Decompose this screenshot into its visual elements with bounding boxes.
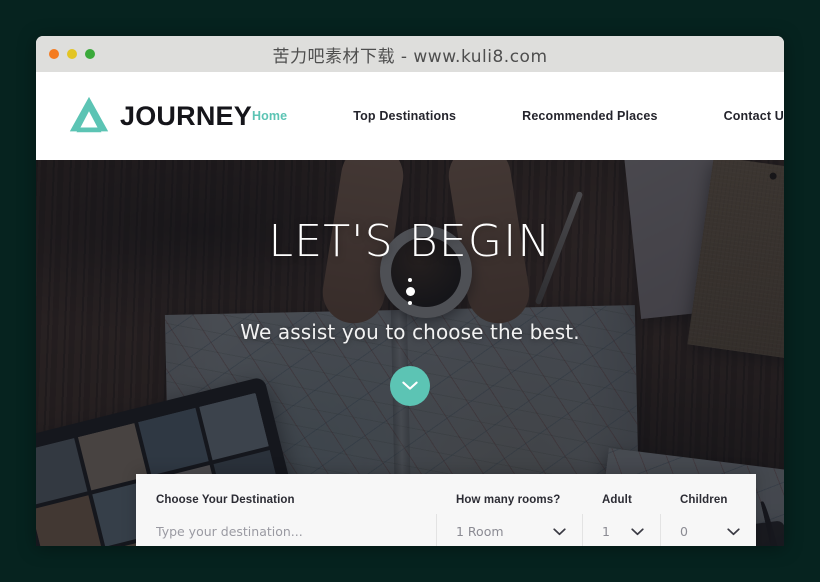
destination-input[interactable]: [156, 524, 420, 539]
rooms-selected-value: 1 Room: [456, 524, 504, 539]
children-select[interactable]: 0: [680, 524, 756, 539]
hero-subtitle: We assist you to choose the best.: [240, 320, 580, 344]
field-adult: Adult 1: [582, 474, 660, 546]
field-label-destination: Choose Your Destination: [156, 494, 295, 506]
zoom-window-button[interactable]: [85, 49, 95, 59]
adult-select[interactable]: 1: [602, 524, 660, 539]
field-label-rooms: How many rooms?: [456, 494, 561, 506]
hero-dot-large: [405, 287, 415, 296]
hero-dot-small-top: [408, 278, 412, 282]
nav-item-recommended-places[interactable]: Recommended Places: [522, 103, 657, 129]
window-controls: [49, 49, 95, 59]
field-children: Children 0: [660, 474, 756, 546]
browser-window: 苦力吧素材下载 - www.kuli8.com JOURNEY Home Top…: [36, 36, 784, 546]
chevron-down-icon: [727, 527, 740, 536]
hero-dot-small-bottom: [408, 301, 412, 305]
browser-titlebar: 苦力吧素材下载 - www.kuli8.com: [36, 36, 784, 72]
hero-decorative-dots: [405, 278, 415, 305]
close-window-button[interactable]: [49, 49, 59, 59]
adult-selected-value: 1: [602, 524, 610, 539]
site-header: JOURNEY Home Top Destinations Recommende…: [36, 72, 784, 160]
hero-title: LET'S BEGIN: [268, 216, 552, 267]
children-selected-value: 0: [680, 524, 688, 539]
nav-item-top-destinations[interactable]: Top Destinations: [353, 103, 456, 129]
field-destination: Choose Your Destination: [136, 474, 436, 546]
chevron-down-icon: [402, 379, 418, 394]
rooms-select[interactable]: 1 Room: [456, 524, 582, 539]
chevron-down-icon: [631, 527, 644, 536]
brand-name: JOURNEY: [120, 100, 252, 131]
window-title: 苦力吧素材下载 - www.kuli8.com: [272, 46, 548, 67]
booking-search-form: Choose Your Destination How many rooms? …: [136, 474, 756, 546]
field-label-children: Children: [680, 494, 728, 506]
hero-section: LET'S BEGIN We assist you to choose the …: [36, 160, 784, 546]
chevron-down-icon: [553, 527, 566, 536]
triangle-mountain-logo-icon: [66, 93, 112, 139]
nav-item-contact-us[interactable]: Contact Us: [724, 103, 784, 129]
field-label-adult: Adult: [602, 494, 632, 506]
nav-item-home[interactable]: Home: [252, 103, 287, 129]
minimize-window-button[interactable]: [67, 49, 77, 59]
brand-logo-link[interactable]: JOURNEY: [66, 93, 252, 139]
field-rooms: How many rooms? 1 Room: [436, 474, 582, 546]
scroll-down-button[interactable]: [390, 366, 430, 406]
main-navigation: Home Top Destinations Recommended Places…: [252, 103, 784, 129]
